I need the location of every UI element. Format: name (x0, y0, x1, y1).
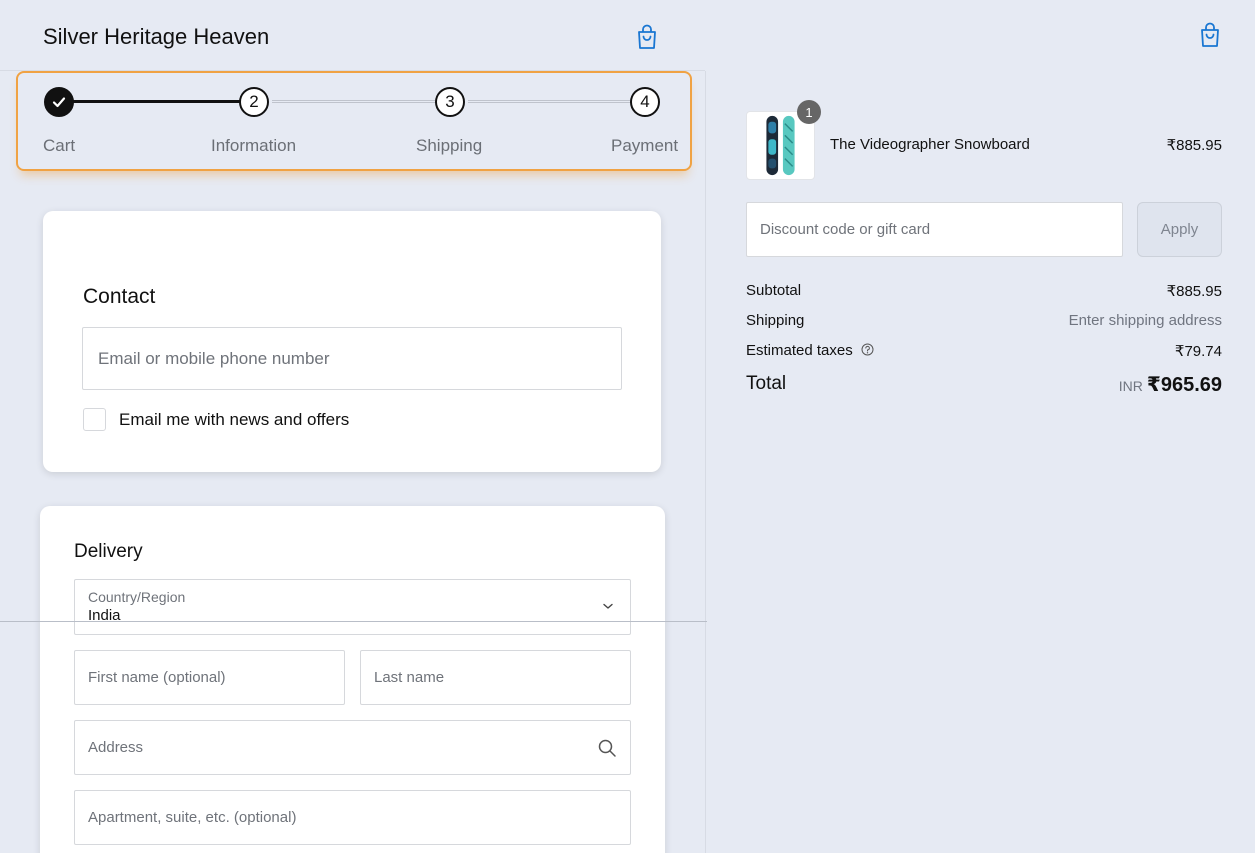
last-name-input[interactable]: Last name (360, 650, 631, 705)
estimated-taxes-value: ₹79.74 (1174, 343, 1222, 360)
step-shipping-circle[interactable]: 3 (435, 87, 465, 117)
overlay-divider-line (0, 621, 707, 622)
total-amount: INR ₹965.69 (1119, 372, 1222, 397)
search-icon[interactable] (597, 738, 617, 758)
newsletter-label[interactable]: Email me with news and offers (119, 410, 349, 430)
total-value: ₹965.69 (1146, 374, 1222, 396)
column-divider (705, 71, 706, 853)
estimated-taxes-label: Estimated taxes (746, 342, 853, 359)
shipping-value: Enter shipping address (1068, 312, 1222, 329)
first-name-input[interactable]: First name (optional) (74, 650, 345, 705)
step-shipping-label[interactable]: Shipping (416, 136, 482, 156)
help-circle-icon[interactable] (861, 343, 874, 356)
country-region-select[interactable]: Country/Region India (74, 579, 631, 635)
step-connector (468, 100, 648, 103)
step-payment-label[interactable]: Payment (611, 136, 678, 156)
email-or-phone-input[interactable]: Email or mobile phone number (82, 327, 622, 390)
total-currency: INR (1118, 378, 1143, 394)
apartment-input[interactable]: Apartment, suite, etc. (optional) (74, 790, 631, 845)
store-title[interactable]: Silver Heritage Heaven (43, 24, 269, 50)
chevron-down-icon (603, 603, 613, 609)
product-price: ₹885.95 (1166, 137, 1222, 154)
address-placeholder: Address (88, 739, 144, 756)
contact-section: Contact Email or mobile phone number Ema… (43, 211, 661, 472)
total-label: Total (746, 373, 787, 394)
step-connector (272, 100, 452, 103)
subtotal-label: Subtotal (746, 282, 802, 299)
shipping-label: Shipping (746, 312, 805, 329)
delivery-section: Delivery Country/Region India First name… (40, 506, 665, 853)
cart-summary-bag-icon[interactable] (1199, 22, 1221, 48)
shopping-bag-icon[interactable] (636, 24, 658, 50)
country-region-caption: Country/Region (88, 589, 186, 605)
contact-heading: Contact (83, 285, 156, 308)
newsletter-checkbox[interactable] (83, 408, 106, 431)
discount-code-input[interactable]: Discount code or gift card (746, 202, 1123, 257)
checkout-page: Silver Heritage Heaven 2 3 4 Cart Inform… (0, 0, 1255, 853)
address-input[interactable]: Address (74, 720, 631, 775)
quantity-badge: 1 (797, 100, 821, 124)
step-payment-circle[interactable]: 4 (630, 87, 660, 117)
step-cart-label[interactable]: Cart (43, 136, 75, 156)
checkmark-icon (52, 97, 66, 108)
step-information-circle[interactable]: 2 (239, 87, 269, 117)
apply-discount-button[interactable]: Apply (1137, 202, 1222, 257)
product-name: The Videographer Snowboard (830, 136, 1030, 153)
checkout-progress-stepper: 2 3 4 Cart Information Shipping Payment (16, 71, 692, 171)
delivery-heading: Delivery (74, 541, 143, 562)
step-cart-check-circle[interactable] (44, 87, 74, 117)
step-information-label[interactable]: Information (211, 136, 296, 156)
subtotal-value: ₹885.95 (1166, 283, 1222, 300)
step-connector-complete (60, 100, 257, 103)
estimated-taxes-row: Estimated taxes (746, 342, 874, 359)
